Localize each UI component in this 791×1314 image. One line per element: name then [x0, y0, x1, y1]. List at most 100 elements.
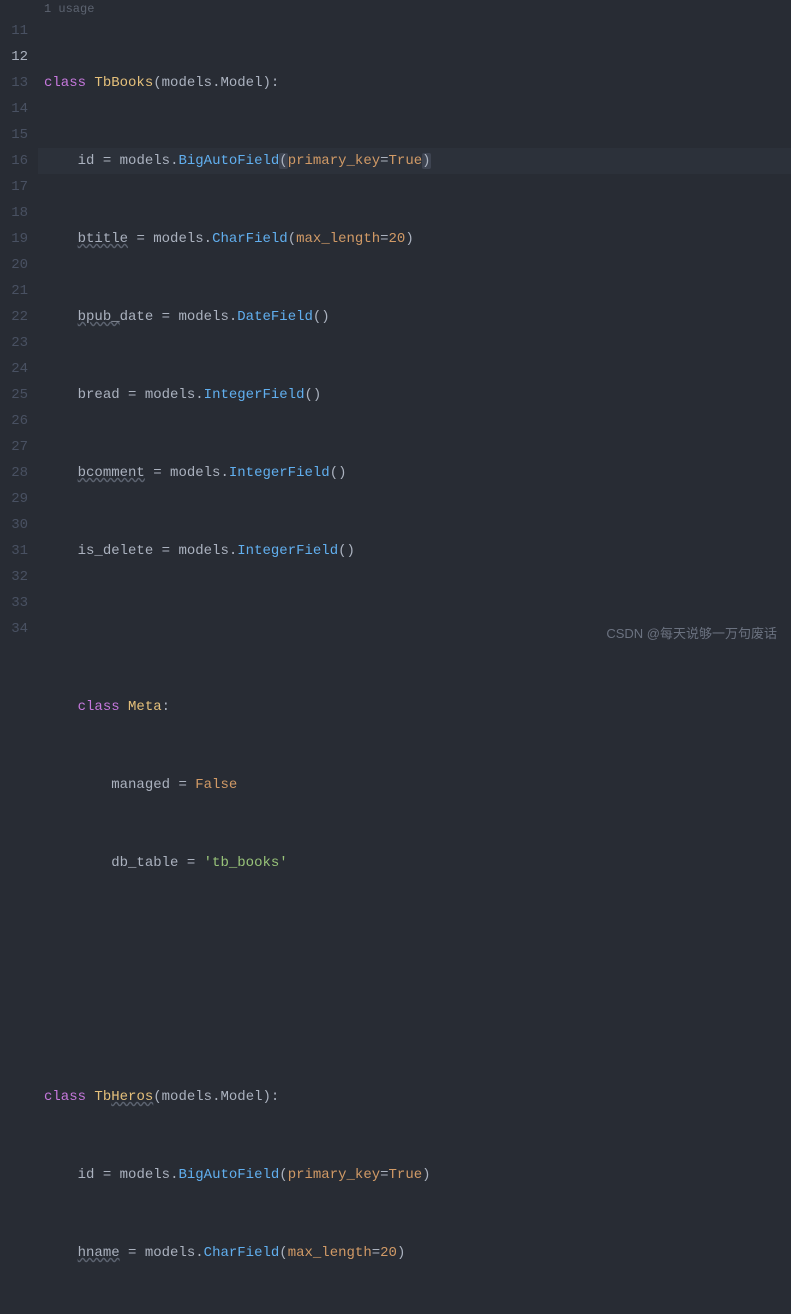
operator: =	[187, 855, 195, 871]
attribute: btitle	[78, 231, 128, 247]
line-number: 34	[0, 616, 28, 642]
operator: =	[380, 153, 388, 169]
line-number: 28	[0, 460, 28, 486]
class-name: TbBooks	[94, 75, 153, 91]
line-number: 17	[0, 174, 28, 200]
class-ref: Model	[220, 1089, 262, 1105]
operator: =	[103, 153, 111, 169]
code-line[interactable]: bpub_date = models.DateField()	[38, 304, 791, 330]
code-line[interactable]	[38, 1006, 791, 1032]
operator: =	[153, 465, 161, 481]
attribute: db_table	[111, 855, 178, 871]
code-line[interactable]: btitle = models.CharField(max_length=20)	[38, 226, 791, 252]
attribute: bread	[78, 387, 120, 403]
operator: =	[162, 543, 170, 559]
keyword-class: class	[44, 75, 86, 91]
punct: (	[153, 75, 161, 91]
module: models	[170, 465, 220, 481]
bracket-close: )	[422, 153, 430, 169]
attribute: date	[120, 309, 154, 325]
punct: :	[162, 699, 170, 715]
class-name: Meta	[128, 699, 162, 715]
operator: =	[103, 1167, 111, 1183]
code-line[interactable]: class TbHeros(models.Model):	[38, 1084, 791, 1110]
function-call: BigAutoField	[178, 1167, 279, 1183]
line-number: 25	[0, 382, 28, 408]
class-ref: Model	[220, 75, 262, 91]
attribute: id	[78, 1167, 95, 1183]
attribute: id	[78, 153, 95, 169]
attribute: bpub_	[78, 309, 120, 325]
function-call: DateField	[237, 309, 313, 325]
operator: =	[128, 387, 136, 403]
punct: )	[422, 1167, 430, 1183]
line-number: 24	[0, 356, 28, 382]
code-line[interactable]: class TbBooks(models.Model):	[38, 70, 791, 96]
number: 20	[380, 1245, 397, 1261]
punct: ()	[313, 309, 330, 325]
kwarg: primary_key	[288, 153, 380, 169]
code-line[interactable]	[38, 928, 791, 954]
kwarg: max_length	[288, 1245, 372, 1261]
punct: .	[220, 465, 228, 481]
operator: =	[128, 1245, 136, 1261]
operator: =	[380, 1167, 388, 1183]
kwarg: primary_key	[288, 1167, 380, 1183]
punct: (	[279, 1167, 287, 1183]
operator: =	[372, 1245, 380, 1261]
module: models	[178, 543, 228, 559]
line-number: 19	[0, 226, 28, 252]
code-line[interactable]: db_table = 'tb_books'	[38, 850, 791, 876]
module: models	[162, 75, 212, 91]
function-call: IntegerField	[237, 543, 338, 559]
watermark: CSDN @每天说够一万句废话	[606, 621, 777, 647]
line-number: 32	[0, 564, 28, 590]
function-call: BigAutoField	[178, 153, 279, 169]
module: models	[153, 231, 203, 247]
operator: =	[178, 777, 186, 793]
punct: ()	[305, 387, 322, 403]
line-number: 18	[0, 200, 28, 226]
line-number: 27	[0, 434, 28, 460]
module: models	[162, 1089, 212, 1105]
punct: .	[195, 387, 203, 403]
code-line[interactable]: managed = False	[38, 772, 791, 798]
code-line[interactable]: id = models.BigAutoField(primary_key=Tru…	[38, 148, 791, 174]
line-number: 26	[0, 408, 28, 434]
string-literal: 'tb_books'	[204, 855, 288, 871]
punct: (	[279, 1245, 287, 1261]
keyword-class: class	[78, 699, 120, 715]
code-line[interactable]: id = models.BigAutoField(primary_key=Tru…	[38, 1162, 791, 1188]
code-editor[interactable]: 11 12 13 14 15 16 17 18 19 20 21 22 23 2…	[0, 18, 791, 1314]
punct: )	[405, 231, 413, 247]
function-call: IntegerField	[204, 387, 305, 403]
code-line[interactable]: class Meta:	[38, 694, 791, 720]
attribute: managed	[111, 777, 170, 793]
usage-hint: 1 usage	[0, 0, 791, 18]
module: models	[120, 153, 170, 169]
code-line[interactable]: bcomment = models.IntegerField()	[38, 460, 791, 486]
function-call: IntegerField	[229, 465, 330, 481]
line-number: 29	[0, 486, 28, 512]
module: models	[178, 309, 228, 325]
punct: ):	[263, 1089, 280, 1105]
code-area[interactable]: class TbBooks(models.Model): id = models…	[38, 18, 791, 1314]
attribute: is_delete	[78, 543, 154, 559]
line-number: 16	[0, 148, 28, 174]
module: models	[145, 387, 195, 403]
punct: ):	[262, 75, 279, 91]
punct: ()	[338, 543, 355, 559]
attribute: bcomment	[78, 465, 145, 481]
line-number: 22	[0, 304, 28, 330]
punct: )	[397, 1245, 405, 1261]
bracket-open: (	[279, 153, 287, 169]
line-number: 20	[0, 252, 28, 278]
line-number-gutter: 11 12 13 14 15 16 17 18 19 20 21 22 23 2…	[0, 18, 38, 1314]
operator: =	[380, 231, 388, 247]
punct: ()	[330, 465, 347, 481]
code-line[interactable]: hname = models.CharField(max_length=20)	[38, 1240, 791, 1266]
number: 20	[389, 231, 406, 247]
class-name: Tb	[94, 1089, 111, 1105]
code-line[interactable]: is_delete = models.IntegerField()	[38, 538, 791, 564]
code-line[interactable]: bread = models.IntegerField()	[38, 382, 791, 408]
